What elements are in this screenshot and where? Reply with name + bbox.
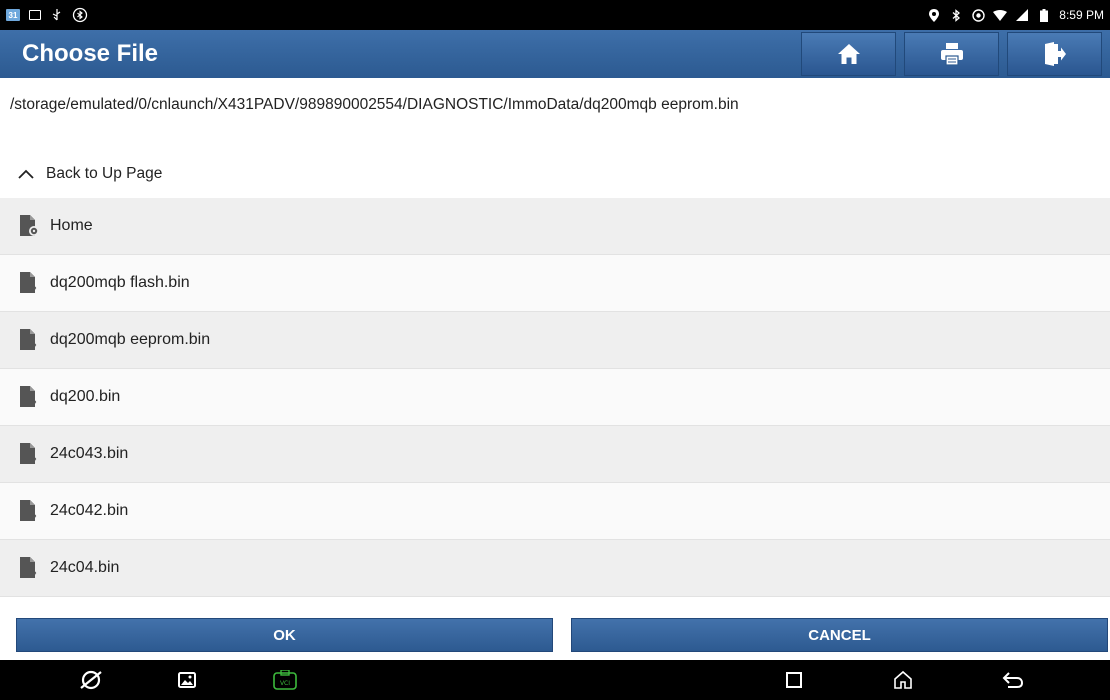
title-bar: Choose File (0, 30, 1110, 78)
svg-text:?: ? (32, 571, 37, 579)
action-bar: OK CANCEL (0, 618, 1110, 654)
file-name: 24c04.bin (50, 559, 120, 576)
print-icon (940, 43, 963, 66)
calendar-icon: 31 (6, 9, 20, 21)
list-item[interactable]: ? 24c042.bin (0, 483, 1110, 540)
wifi-icon (993, 8, 1008, 22)
vci-icon[interactable]: VCI (272, 668, 298, 692)
unknown-file-icon: ? (20, 557, 37, 579)
file-name: 24c042.bin (50, 502, 129, 519)
list-item[interactable]: ? dq200.bin (0, 369, 1110, 426)
svg-text:?: ? (32, 457, 37, 465)
cancel-button[interactable]: CANCEL (571, 618, 1108, 652)
home-nav-icon[interactable] (890, 668, 916, 692)
vci-label: VCI (280, 680, 290, 687)
gallery-icon[interactable] (174, 668, 200, 692)
unknown-file-icon: ? (20, 272, 37, 294)
image-icon (28, 8, 42, 22)
list-item[interactable]: ? 24c04.bin (0, 540, 1110, 597)
file-list: Home ? dq200mqb flash.bin ? dq200mqb eep… (0, 198, 1110, 597)
svg-text:?: ? (32, 514, 37, 522)
svg-text:?: ? (32, 286, 37, 294)
usb-icon (50, 8, 64, 22)
svg-text:?: ? (32, 400, 37, 408)
file-name: dq200mqb flash.bin (50, 274, 190, 291)
back-to-up-page-button[interactable]: Back to Up Page (0, 150, 1110, 198)
signal-icon (1015, 8, 1029, 22)
file-name: 24c043.bin (50, 445, 129, 462)
location-icon (927, 8, 941, 22)
navigation-bar: VCI (0, 660, 1110, 700)
list-item[interactable]: ? 24c043.bin (0, 426, 1110, 483)
launcher-icon[interactable] (78, 668, 104, 692)
status-left-icons: 31 (6, 7, 88, 23)
back-nav-icon[interactable] (1000, 668, 1026, 692)
home-icon (837, 44, 860, 64)
unknown-file-icon: ? (20, 500, 37, 522)
unknown-file-icon: ? (20, 329, 37, 351)
bluetooth-badge-icon (72, 7, 88, 23)
back-label: Back to Up Page (46, 165, 163, 182)
folder-settings-icon (20, 215, 39, 236)
unknown-file-icon: ? (20, 386, 37, 408)
file-name: Home (50, 217, 93, 234)
file-path: /storage/emulated/0/cnlaunch/X431PADV/98… (10, 96, 739, 113)
svg-text:?: ? (32, 343, 37, 351)
exit-icon (1044, 42, 1066, 66)
status-right-icons: 8:59 PM (927, 8, 1104, 22)
file-name: dq200mqb eeprom.bin (50, 331, 211, 348)
clock-text: 8:59 PM (1059, 8, 1104, 22)
recents-icon[interactable] (781, 668, 807, 692)
list-item[interactable]: ? dq200mqb flash.bin (0, 255, 1110, 312)
list-item[interactable]: ? dq200mqb eeprom.bin (0, 312, 1110, 369)
hotspot-icon (971, 8, 985, 22)
chevron-up-icon (18, 169, 34, 179)
status-bar: 31 8:59 PM (0, 0, 1110, 30)
list-item[interactable]: Home (0, 198, 1110, 255)
print-button[interactable] (904, 32, 999, 76)
unknown-file-icon: ? (20, 443, 37, 465)
battery-icon (1037, 8, 1051, 22)
ok-button[interactable]: OK (16, 618, 553, 652)
page-title: Choose File (22, 40, 159, 67)
bluetooth-icon (949, 8, 963, 22)
exit-button[interactable] (1007, 32, 1102, 76)
file-name: dq200.bin (50, 388, 121, 405)
home-button[interactable] (801, 32, 896, 76)
